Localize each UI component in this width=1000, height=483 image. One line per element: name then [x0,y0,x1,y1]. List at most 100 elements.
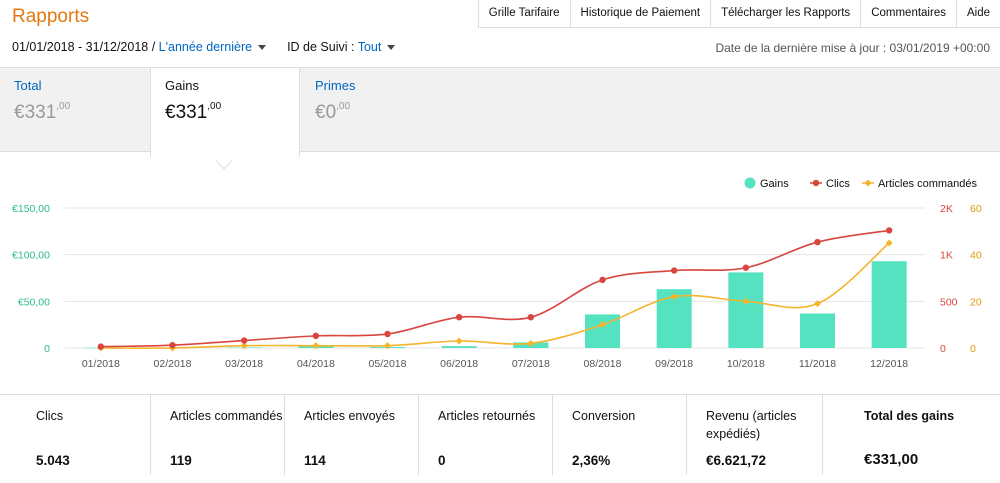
legend-swatch-gains [744,177,756,189]
nav-aide[interactable]: Aide [957,0,1000,27]
stat-articles-commandes: Articles commandés 119 [152,395,284,475]
tracking-label: ID de Suivi : [287,40,355,54]
y-right2-tick-label: 20 [970,296,982,308]
tab-primes-label: Primes [315,78,356,93]
point-clics [240,337,248,344]
line-clics [100,229,890,348]
x-tick-label: 03/2018 [225,358,263,370]
stat-value: 5.043 [36,453,70,468]
top-navigation: Grille Tarifaire Historique de Paiement … [477,0,1000,28]
bar-gains [441,346,477,348]
y-right2-tick-label: 0 [970,343,976,355]
point-clics [742,264,750,271]
stat-label: Total des gains [864,409,955,423]
chart-svg: 0 0 0 €50,00 500 20 €100,00 1K 40 €150,00 2K 60 01/2… [12,177,982,370]
x-tick-label: 02/2018 [154,358,192,370]
period-dropdown[interactable]: L'année dernière [159,40,267,54]
nav-commentaires[interactable]: Commentaires [861,0,957,27]
point-clics [527,314,535,321]
y-left-tick-label: €100,00 [12,250,50,262]
x-tick-label: 12/2018 [870,358,908,370]
stat-label: Articles envoyés [304,409,396,423]
tab-gains-label: Gains [165,78,199,93]
tab-total-label: Total [14,78,42,93]
legend-label: Gains [760,178,789,190]
x-tick-label: 08/2018 [584,358,622,370]
stat-clics: Clics 5.043 [18,395,150,475]
nav-grille-tarifaire[interactable]: Grille Tarifaire [479,0,571,27]
bar-gains [800,313,835,348]
tab-gains[interactable]: Gains €331,00 [150,67,300,157]
stat-value: €331,00 [864,451,919,468]
y-right2-tick-label: 60 [970,203,982,215]
stat-revenu: Revenu (articles expédiés) €6.621,72 [688,395,820,475]
legend-label: Clics [826,178,850,190]
legend-swatch-articles [864,179,872,187]
legend-label: Articles commandés [878,178,978,190]
y-right-tick-label: 500 [940,296,958,308]
bar-gains [728,272,764,348]
tracking-value[interactable]: Tout [358,40,382,54]
tab-gains-amount: €331,00 [165,101,222,123]
tab-total-amount: €331,00 [14,101,71,123]
date-range-text: 01/01/2018 - 31/12/2018 / [12,40,156,54]
legend-swatch-clics [812,179,820,187]
stat-value: 2,36% [572,453,611,468]
caret-down-icon[interactable] [258,45,267,51]
x-tick-label: 11/2018 [799,358,836,370]
stat-label: Clics [36,409,64,423]
point-clics [384,330,391,338]
summary-tabs: Total €331,00 Gains €331,00 Primes €0,00 [0,67,1000,157]
point-clics [97,343,105,350]
y-left-tick-label: 0 [44,343,50,355]
stat-conversion: Conversion 2,36% [554,395,686,475]
stat-value: 114 [304,453,326,468]
stat-articles-envoyes: Articles envoyés 114 [286,395,418,475]
x-tick-label: 10/2018 [727,358,765,370]
stat-label: Articles commandés [170,409,283,423]
page-header: Rapports Grille Tarifaire Historique de … [0,0,1000,66]
point-clics [814,238,821,246]
point-clics [312,332,320,340]
nav-historique-paiement[interactable]: Historique de Paiement [571,0,712,27]
point-clics [599,276,606,284]
stat-value: 119 [170,453,192,468]
x-tick-label: 05/2018 [369,358,407,370]
y-right2-tick-label: 40 [970,250,982,262]
stat-label: Conversion [572,409,636,423]
bar-gains [871,261,907,348]
stat-label: Revenu (articles expédiés) [706,409,797,441]
last-update-text: Date de la dernière mise à jour : 03/01/… [715,41,990,55]
nav-telecharger-rapports[interactable]: Télécharger les Rapports [711,0,862,27]
tracking-dropdown[interactable]: ID de Suivi : Tout [287,40,396,54]
tab-primes[interactable]: Primes €0,00 [301,68,451,153]
y-right-tick-label: 0 [940,343,946,355]
page-title: Rapports [12,6,90,27]
stat-total-gains: Total des gains €331,00 [846,395,996,475]
caret-down-icon[interactable] [387,45,396,51]
point-clics [169,342,176,349]
filter-bar: 01/01/2018 - 31/12/2018 / L'année derniè… [12,40,396,54]
point-clics [670,267,678,274]
tab-primes-amount: €0,00 [315,101,351,123]
y-left-tick-label: €150,00 [12,203,50,215]
x-tick-label: 01/2018 [82,358,120,370]
stat-value: €6.621,72 [706,453,767,468]
point-articles-commandes [455,337,463,345]
x-tick-label: 06/2018 [440,358,478,370]
x-tick-label: 07/2018 [512,358,550,370]
stat-articles-retournes: Articles retournés 0 [420,395,552,475]
y-left-tick-label: €50,00 [18,296,50,308]
period-link[interactable]: L'année dernière [159,40,252,54]
point-clics [455,314,463,321]
earnings-chart: 0 0 0 €50,00 500 20 €100,00 1K 40 €150,00 2K 60 01/2… [0,168,1000,388]
point-clics [885,227,893,234]
stat-value: 0 [438,453,446,468]
x-tick-label: 09/2018 [655,358,693,370]
x-tick-label: 04/2018 [297,358,335,370]
tab-total[interactable]: Total €331,00 [0,68,150,153]
y-right-tick-label: 2K [940,203,953,215]
stats-row: Clics 5.043 Articles commandés 119 Artic… [0,394,1000,483]
line-articles-commandes [100,242,890,349]
y-right-tick-label: 1K [940,250,953,262]
